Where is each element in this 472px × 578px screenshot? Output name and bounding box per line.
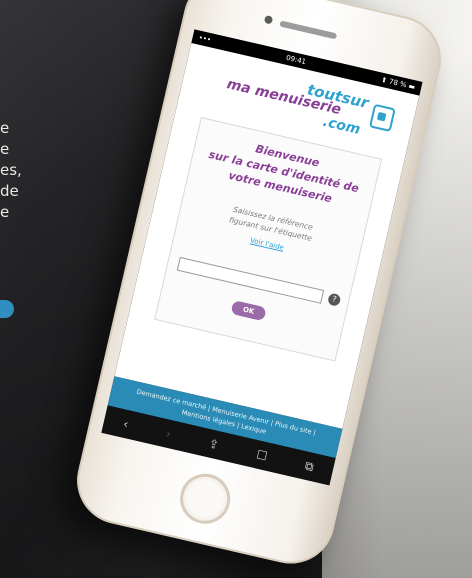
background-text: e e es, de e xyxy=(0,118,40,223)
bookmarks-icon[interactable]: ☐ xyxy=(255,447,269,463)
signal-icon: ••• xyxy=(197,33,212,45)
identity-card-form: Bienvenue sur la carte d'identité de vot… xyxy=(154,117,383,362)
background-text-line: de xyxy=(0,182,19,200)
background-text-line: e xyxy=(0,203,10,221)
background-text-line: e xyxy=(0,140,10,158)
reference-input[interactable] xyxy=(176,256,325,304)
background-text-line: es, xyxy=(0,161,22,179)
brand-logo-bottom: .com xyxy=(321,113,362,138)
home-button[interactable] xyxy=(175,468,236,529)
background-text-line: e xyxy=(0,119,10,137)
tabs-icon[interactable]: ⧉ xyxy=(303,458,316,475)
ok-button[interactable]: OK xyxy=(230,300,267,322)
back-icon[interactable]: ‹ xyxy=(122,417,130,432)
status-time: 09:41 xyxy=(285,53,307,67)
forward-icon[interactable]: › xyxy=(165,426,173,441)
chat-bubble-icon xyxy=(368,103,396,133)
help-button[interactable]: ? xyxy=(327,292,342,307)
earpiece-speaker xyxy=(279,20,338,40)
front-camera xyxy=(263,14,274,25)
share-icon[interactable]: ⇪ xyxy=(207,436,220,452)
